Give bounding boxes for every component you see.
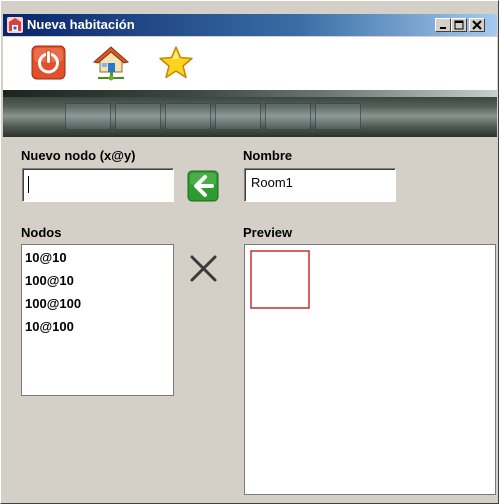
text-caret — [28, 176, 29, 193]
title-bar[interactable]: Nueva habitación — [3, 14, 497, 36]
preview-canvas — [244, 244, 496, 495]
network-button[interactable] — [91, 44, 131, 82]
close-icon — [190, 255, 217, 282]
header-banner — [3, 90, 497, 137]
power-button[interactable] — [29, 44, 69, 82]
favorite-button[interactable] — [156, 44, 196, 82]
room-name-input[interactable]: Room1 — [244, 168, 396, 202]
delete-node-button[interactable] — [188, 252, 220, 284]
new-node-input[interactable] — [22, 168, 174, 202]
arrow-left-icon — [187, 170, 219, 202]
app-icon — [6, 16, 24, 34]
nodes-list[interactable]: 10@10 100@10 100@100 10@100 — [21, 244, 174, 396]
room-preview-shape — [250, 250, 310, 309]
maximize-icon — [454, 20, 464, 30]
list-item[interactable]: 100@100 — [25, 296, 173, 319]
window-title: Nueva habitación — [27, 17, 135, 32]
name-label: Nombre — [243, 148, 293, 163]
power-icon — [31, 45, 66, 80]
new-node-label: Nuevo nodo (x@y) — [21, 148, 136, 163]
close-icon — [472, 20, 482, 30]
add-node-button[interactable] — [187, 170, 219, 202]
star-icon — [159, 46, 193, 79]
preview-label: Preview — [243, 225, 293, 240]
minimize-icon — [440, 27, 446, 29]
list-item[interactable]: 100@10 — [25, 273, 173, 296]
list-item[interactable]: 10@100 — [25, 319, 173, 342]
nodes-label: Nodos — [21, 225, 62, 240]
maximize-button[interactable] — [451, 18, 467, 32]
minimize-button[interactable] — [435, 18, 451, 32]
house-network-icon — [92, 46, 130, 81]
app-window: Nueva habitación Nuevo nodo (x@y) Nombre… — [0, 0, 499, 504]
room-name-value: Room1 — [251, 175, 293, 190]
close-button[interactable] — [469, 18, 485, 32]
toolbar — [3, 37, 497, 91]
list-item[interactable]: 10@10 — [25, 250, 173, 273]
